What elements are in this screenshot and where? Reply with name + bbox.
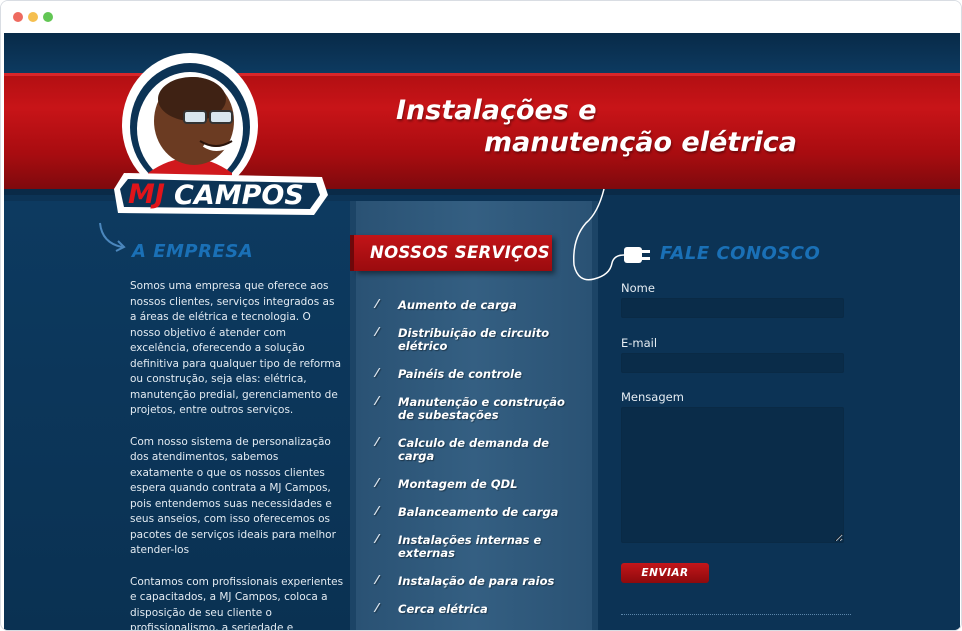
empresa-paragraph: Com nosso sistema de personalização dos … [130,435,336,557]
check-icon: ⁄ [376,504,379,518]
mensagem-label: Mensagem [621,390,684,404]
empresa-title: A EMPRESA [132,241,254,262]
services-title: NOSSOS SERVIÇOS [350,235,552,271]
mensagem-field[interactable] [621,407,844,543]
check-icon: ⁄ [376,435,379,449]
service-label: Instalação de para raios [398,574,555,588]
check-icon: ⁄ [376,325,379,339]
services-list: ⁄ Aumento de carga ⁄ Distribuição de circu… [374,297,584,630]
plug-icon [573,188,650,281]
service-item: ⁄ Manutenção e construção de subestações [374,394,584,422]
check-icon: ⁄ [376,601,379,615]
service-label: Distribuição de circuito elétrico [398,326,550,353]
service-label: Painéis de controle [398,367,522,381]
website: Instalações e manutenção elétrica MJ CAM… [4,33,960,631]
headline-line-1: Instalações e [396,95,597,126]
nome-field[interactable] [621,298,844,318]
nome-label: Nome [621,281,655,295]
service-label: Balanceamento de carga [398,505,559,519]
service-item: ⁄ Painéis de controle [374,366,584,381]
send-button[interactable]: ENVIAR [621,563,709,583]
service-label: Montagem de QDL [398,477,518,491]
email-label: E-mail [621,336,658,350]
service-item: ⁄ Balanceamento de carga [374,504,584,519]
browser-window: Instalações e manutenção elétrica MJ CAM… [0,0,962,631]
check-icon: ⁄ [376,297,379,311]
service-item: ⁄ Cerca elétrica [374,601,584,616]
email-field[interactable] [621,353,844,373]
service-item: ⁄ Distribuição de circuito elétrico [374,325,584,353]
service-item: ⁄ Aumento de carga [374,297,584,312]
service-label: Cerca elétrica [398,602,488,616]
logo-campos-text: CAMPOS [174,180,304,211]
service-label: Calculo de demanda de carga [398,436,550,463]
empresa-paragraph: Somos uma empresa que oferece aos nossos… [130,280,342,416]
service-label: Instalações internas e externas [398,533,542,560]
check-icon: ⁄ [376,366,379,380]
mj-campos-logo[interactable]: MJ CAMPOS [108,53,332,223]
check-icon: ⁄ [376,476,379,490]
check-icon: ⁄ [376,532,379,546]
service-label: Aumento de carga [398,298,517,312]
empresa-paragraph: Contamos com profissionais experientes e… [130,575,344,631]
service-label: Manutenção e construção de subestações [398,395,565,422]
divider [621,614,851,615]
check-icon: ⁄ [376,394,379,408]
close-window-button[interactable] [13,12,23,22]
empresa-text: Somos uma empresa que oferece aos nossos… [130,279,344,631]
maximize-window-button[interactable] [43,12,53,22]
service-item: ⁄ Montagem de QDL [374,476,584,491]
headline-line-2: manutenção elétrica [484,127,797,158]
window-titlebar [1,1,961,33]
curved-arrow-icon [99,222,126,252]
check-icon: ⁄ [376,573,379,587]
contact-title: FALE CONOSCO [660,243,821,264]
minimize-window-button[interactable] [28,12,38,22]
service-item: ⁄ Instalação de para raios [374,573,584,588]
service-item: ⁄ Calculo de demanda de carga [374,435,584,463]
logo-mj-text: MJ [128,179,165,210]
banner-headline: Instalações e manutenção elétrica [396,95,816,159]
service-item: ⁄ Instalações internas e externas [374,532,584,560]
